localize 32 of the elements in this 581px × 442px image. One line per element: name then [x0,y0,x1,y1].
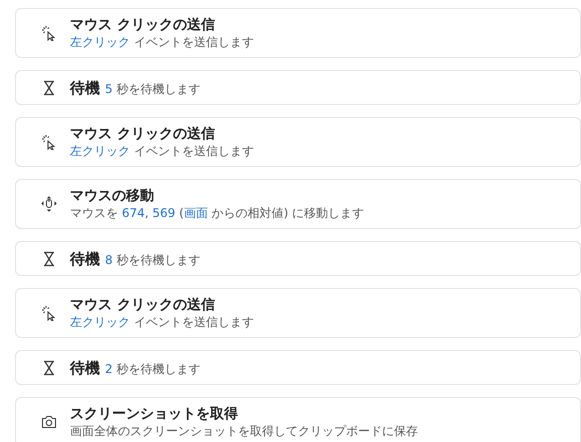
action-card[interactable]: マウス クリックの送信 左クリック イベントを送信します [15,8,581,58]
cursor-click-icon [41,25,57,41]
step-title: 待機 [70,248,100,268]
mouse-move-icon [41,196,57,212]
cursor-click-icon [41,305,57,321]
step-description: 左クリック イベントを送信します [70,314,254,330]
step-description: 2 秒を待機します [105,360,200,376]
cursor-click-icon [41,134,57,150]
step-description: マウスを 674, 569 (画面 からの相対値) に移動します [70,205,364,221]
step-title: 待機 [70,358,100,378]
hourglass-icon [41,360,57,376]
step-description: 左クリック イベントを送信します [70,34,254,50]
hourglass-icon [41,250,57,266]
hourglass-icon [41,80,57,96]
step-title: マウス クリックの送信 [70,296,216,314]
step-title: スクリーンショットを取得 [70,405,239,423]
step-title: マウス クリックの送信 [70,125,216,143]
action-card[interactable]: マウス クリックの送信 左クリック イベントを送信します [15,117,581,167]
action-card[interactable]: 待機 5 秒を待機します [15,70,581,105]
action-card[interactable]: マウス クリックの送信 左クリック イベントを送信します [15,288,581,338]
step-description: 8 秒を待機します [105,252,200,268]
step-title: 待機 [70,78,100,98]
step-title: マウスの移動 [70,187,155,205]
step-description: 左クリック イベントを送信します [70,143,254,159]
action-card[interactable]: 待機 2 秒を待機します [15,350,581,385]
action-card[interactable]: スクリーンショットを取得 画面全体のスクリーンショットを取得してクリップボードに保存 [15,397,581,442]
step-title: マウス クリックの送信 [70,16,216,34]
action-card[interactable]: マウスの移動 マウスを 674, 569 (画面 からの相対値) に移動します [15,179,581,229]
step-description: 5 秒を待機します [105,80,200,96]
action-card[interactable]: 待機 8 秒を待機します [15,241,581,276]
step-description: 画面全体のスクリーンショットを取得してクリップボードに保存 [70,423,418,439]
camera-icon [41,414,57,430]
